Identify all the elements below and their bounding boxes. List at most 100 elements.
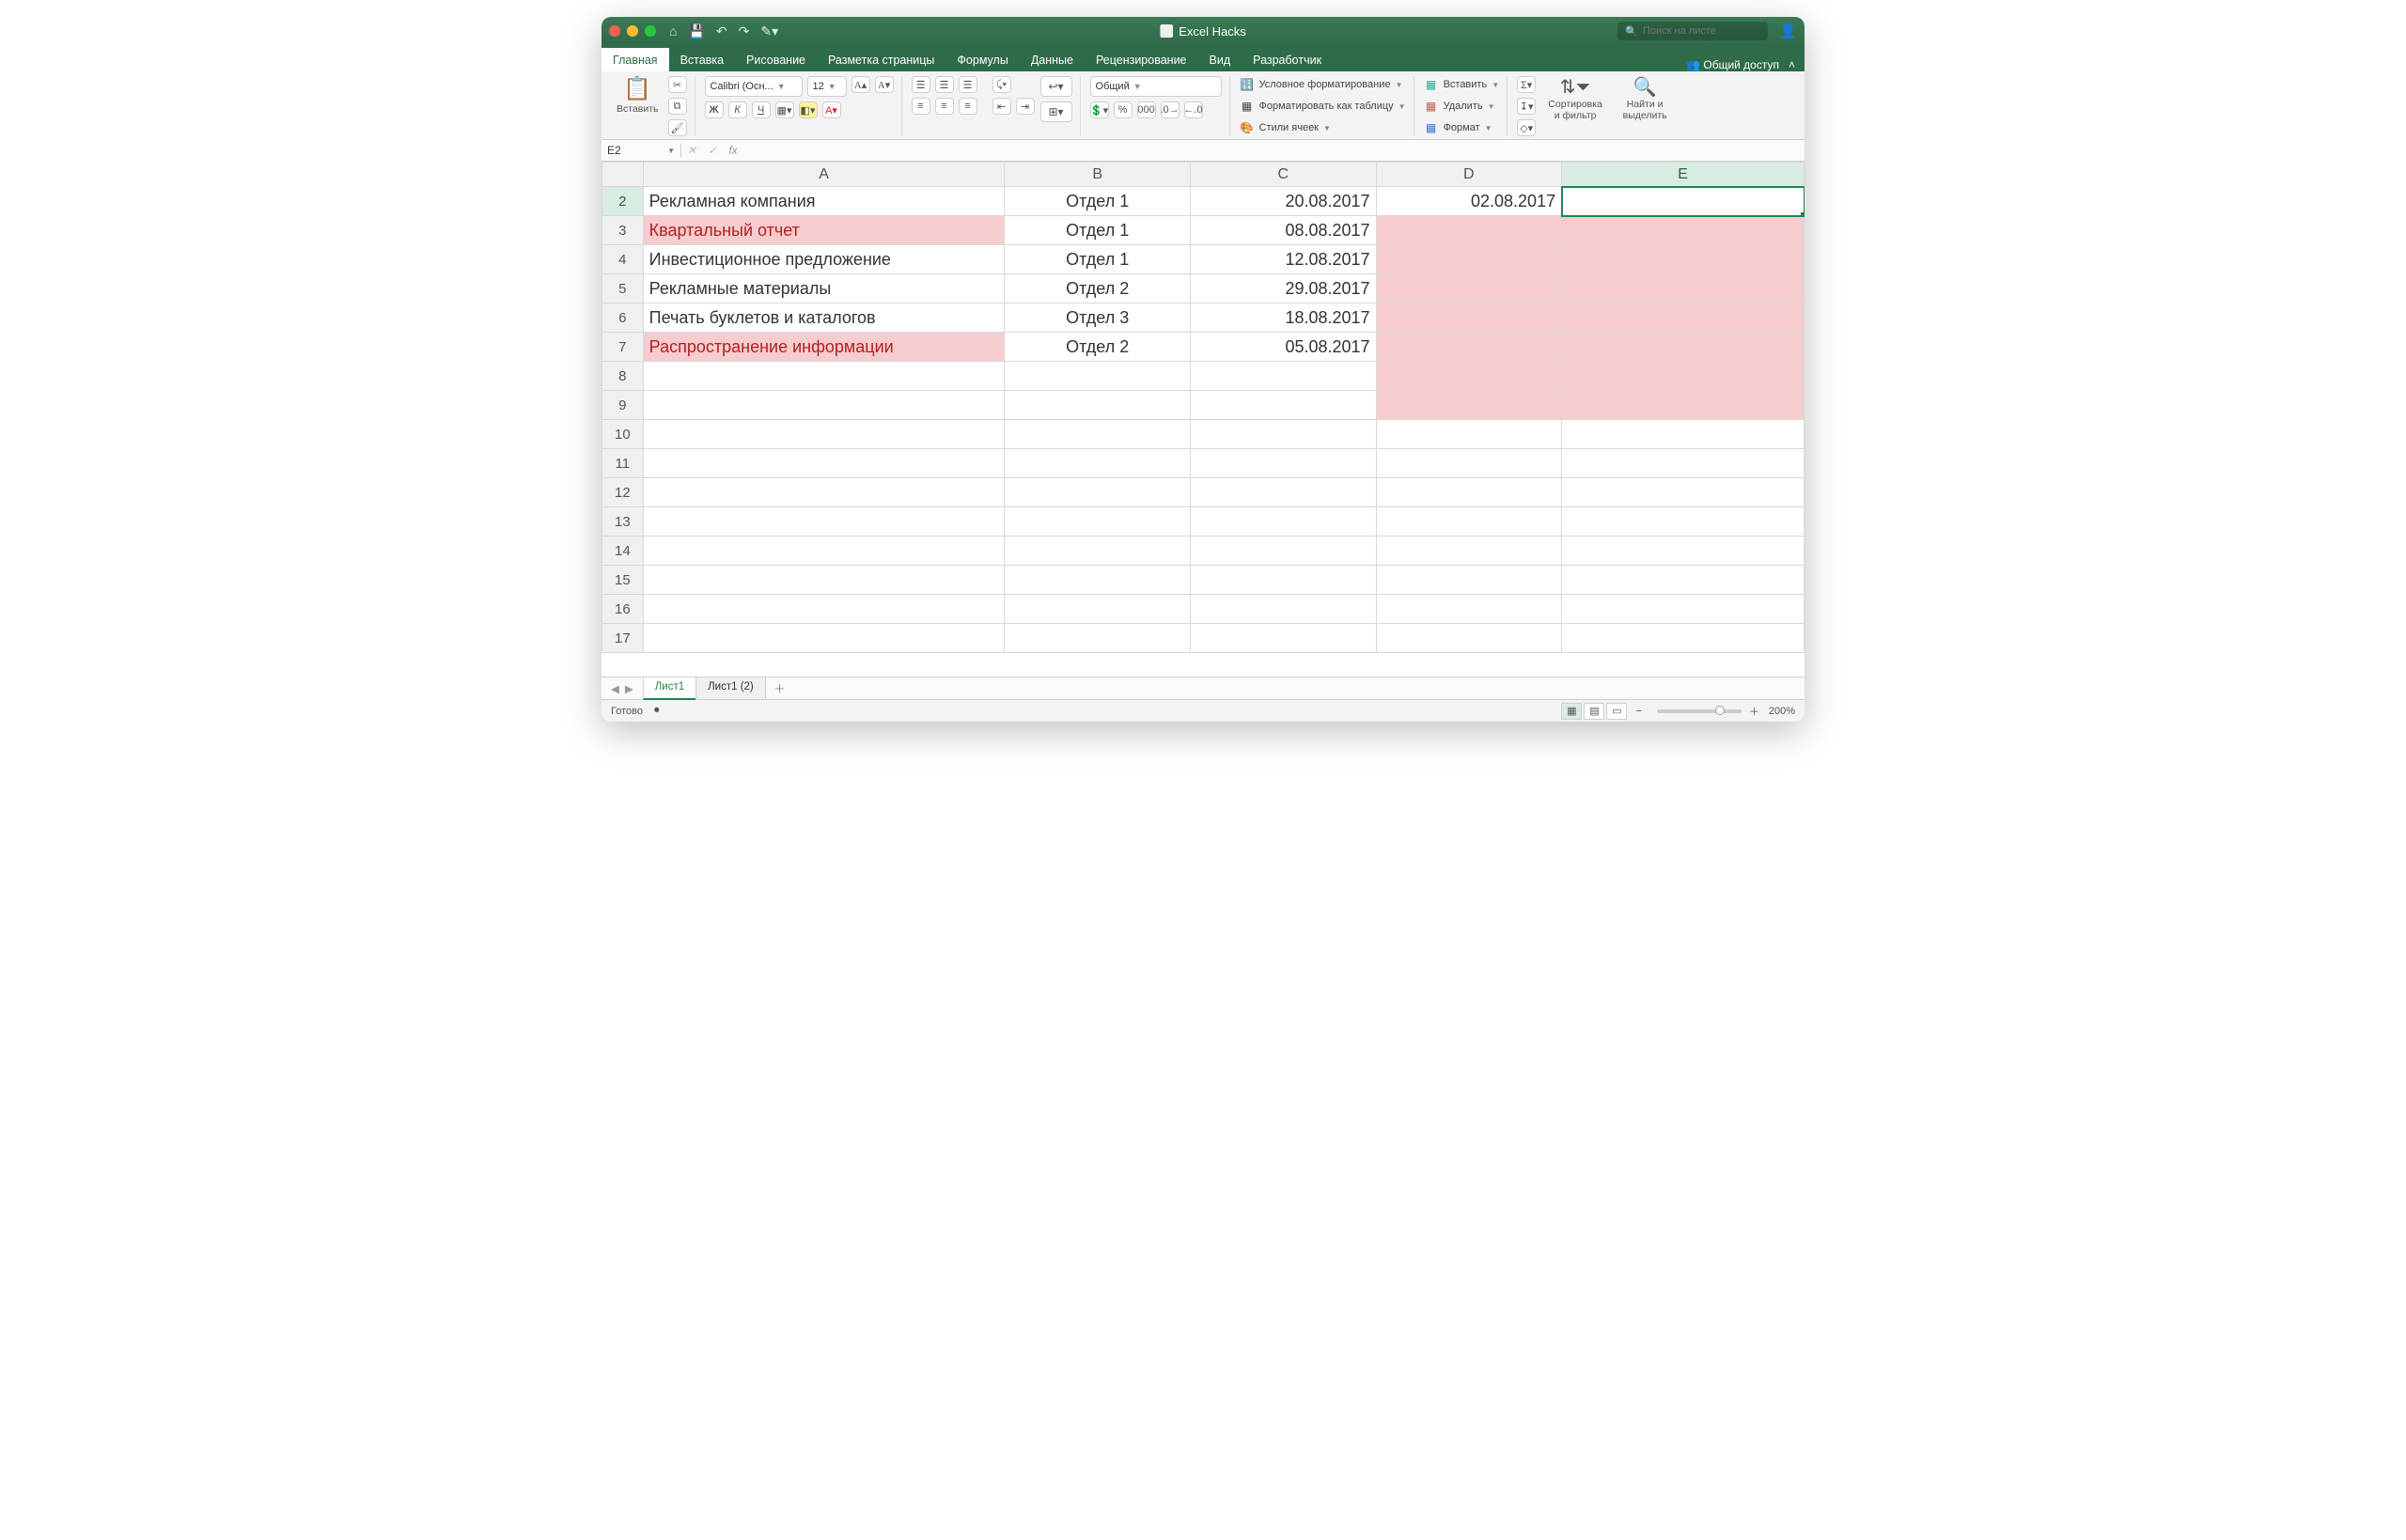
format-cells-button[interactable]: ▦Формат ▼ [1424,119,1500,136]
zoom-thumb[interactable] [1715,706,1725,715]
cell[interactable] [1376,478,1562,507]
row-header[interactable]: 13 [602,507,644,537]
row-header[interactable]: 4 [602,245,644,274]
cell[interactable] [1190,449,1376,478]
row-header[interactable]: 10 [602,420,644,449]
cell[interactable] [1005,566,1191,595]
cell[interactable]: 29.08.2017 [1190,274,1376,303]
name-box[interactable]: E2▼ [602,144,681,157]
cell[interactable]: 05.08.2017 [1190,333,1376,362]
zoom-value[interactable]: 200% [1769,706,1795,717]
zoom-out-button[interactable]: − [1635,706,1641,717]
cell[interactable] [1562,391,1804,420]
user-icon[interactable]: 👤 [1779,23,1797,39]
col-header-B[interactable]: B [1005,163,1191,187]
customize-icon[interactable]: ✎▾ [760,23,778,39]
cell[interactable] [1376,274,1562,303]
cell[interactable] [1005,420,1191,449]
row-header[interactable]: 16 [602,595,644,624]
cell[interactable] [1190,507,1376,537]
underline-button[interactable]: Ч [752,101,771,118]
font-size-combo[interactable]: 12▼ [807,76,847,97]
cell[interactable] [1562,303,1804,333]
tab-data[interactable]: Данные [1020,48,1085,71]
undo-icon[interactable]: ↶ [716,23,727,39]
tab-draw[interactable]: Рисование [735,48,817,71]
view-page-layout-icon[interactable]: ▤ [1584,703,1604,720]
row-header[interactable]: 15 [602,566,644,595]
cell[interactable] [643,537,1005,566]
cell[interactable]: Отдел 2 [1005,274,1191,303]
fx-icon[interactable]: fx [723,144,743,157]
sheet-nav-prev-icon[interactable]: ◀ [611,682,619,695]
row-header[interactable]: 8 [602,362,644,391]
cell[interactable] [1376,303,1562,333]
cell[interactable]: Печать буклетов и каталогов [643,303,1005,333]
borders-button[interactable]: ▦▾ [775,101,794,118]
search-input[interactable] [1643,25,1760,37]
align-right-icon[interactable]: ≡ [959,98,977,115]
cell[interactable] [1005,537,1191,566]
cell[interactable] [1376,566,1562,595]
align-bottom-icon[interactable]: ☰ [959,76,977,93]
align-center-icon[interactable]: ≡ [935,98,954,115]
cell[interactable] [643,362,1005,391]
cell[interactable] [1562,216,1804,245]
tab-insert[interactable]: Вставка [669,48,735,71]
cell[interactable] [1562,420,1804,449]
save-icon[interactable]: 💾 [688,23,704,39]
cell[interactable] [1376,333,1562,362]
currency-icon[interactable]: 💲▾ [1090,101,1109,118]
fill-icon[interactable]: ↧▾ [1517,98,1536,115]
cell[interactable]: Рекламные материалы [643,274,1005,303]
cell[interactable] [1005,362,1191,391]
cell[interactable] [1005,507,1191,537]
copy-icon[interactable]: ⧉ [668,98,687,115]
cell[interactable] [1190,362,1376,391]
sheet-search[interactable]: 🔍 [1617,22,1768,40]
row-header[interactable]: 17 [602,624,644,653]
close-window-button[interactable] [609,25,620,37]
cell[interactable] [643,478,1005,507]
cell[interactable] [643,449,1005,478]
cell[interactable] [1562,449,1804,478]
cell[interactable] [1376,449,1562,478]
cell[interactable] [1376,362,1562,391]
row-header[interactable]: 7 [602,333,644,362]
cell[interactable]: Инвестиционное предложение [643,245,1005,274]
align-left-icon[interactable]: ≡ [912,98,930,115]
cut-icon[interactable]: ✂ [668,76,687,93]
minimize-window-button[interactable] [627,25,638,37]
cell[interactable] [1376,391,1562,420]
font-name-combo[interactable]: Calibri (Осн...▼ [705,76,803,97]
increase-font-icon[interactable]: A▴ [851,76,870,93]
enter-formula-icon[interactable]: ✓ [702,144,723,157]
cell[interactable] [1562,187,1804,216]
cell[interactable] [643,595,1005,624]
cell[interactable]: Отдел 1 [1005,216,1191,245]
cell[interactable] [1190,391,1376,420]
sheet-tab-1[interactable]: Лист1 (2) [695,677,766,700]
cell[interactable] [1562,362,1804,391]
tab-home[interactable]: Главная [602,48,669,71]
cell[interactable]: Квартальный отчет [643,216,1005,245]
add-sheet-button[interactable]: ＋ [765,677,795,700]
row-header[interactable]: 5 [602,274,644,303]
cell[interactable] [1562,245,1804,274]
cell[interactable] [1376,624,1562,653]
cell[interactable]: Рекламная компания [643,187,1005,216]
cell[interactable] [643,624,1005,653]
cell[interactable] [1562,507,1804,537]
row-header[interactable]: 12 [602,478,644,507]
cell[interactable]: Отдел 1 [1005,187,1191,216]
cell[interactable] [1562,274,1804,303]
home-icon[interactable]: ⌂ [669,23,677,39]
decrease-decimal-icon[interactable]: ←.0 [1184,101,1203,118]
tab-developer[interactable]: Разработчик [1242,48,1333,71]
cell[interactable]: Отдел 2 [1005,333,1191,362]
cell[interactable] [643,391,1005,420]
decrease-indent-icon[interactable]: ⇤ [992,98,1011,115]
cell[interactable] [1190,624,1376,653]
cell[interactable]: 18.08.2017 [1190,303,1376,333]
cell[interactable] [1376,420,1562,449]
